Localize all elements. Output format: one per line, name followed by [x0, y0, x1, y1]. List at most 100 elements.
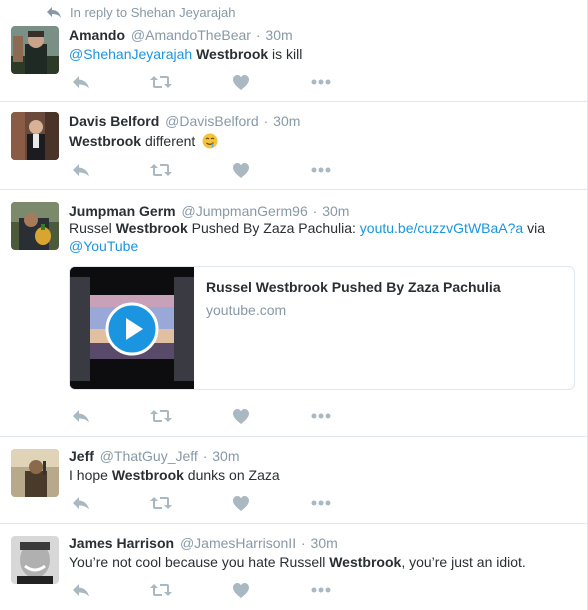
retweet-icon [150, 164, 172, 176]
card-title[interactable]: Russel Westbrook Pushed By Zaza Pachulia [206, 279, 501, 295]
play-button-icon[interactable] [105, 302, 159, 356]
reply-button[interactable] [69, 493, 93, 513]
tweet-james-harrison[interactable]: James Harrison @JamesHarrisonII · 30m Yo… [0, 524, 588, 610]
reply-icon [73, 584, 89, 597]
avatar[interactable] [11, 112, 59, 160]
more-button[interactable] [309, 580, 333, 600]
tweet-text-pre: You’re not cool because you hate Russell [69, 554, 330, 570]
display-name[interactable]: James Harrison [69, 535, 174, 551]
card-domain: youtube.com [206, 302, 287, 318]
mention-link[interactable]: @ShehanJeyarajah [69, 46, 192, 62]
tweet-davis-belford[interactable]: Davis Belford @DavisBelford · 30m Westbr… [0, 102, 588, 190]
link-card[interactable]: Russel Westbrook Pushed By Zaza Pachulia… [69, 266, 575, 390]
more-button[interactable] [309, 72, 333, 92]
more-button[interactable] [309, 160, 333, 180]
reply-button[interactable] [69, 72, 93, 92]
display-name[interactable]: Jumpman Germ [69, 203, 176, 219]
tweet-amando[interactable]: Amando @AmandoTheBear · 30m @ShehanJeyar… [0, 20, 588, 102]
reply-context-text: In reply to Shehan Jeyarajah [70, 4, 236, 20]
retweet-icon [150, 497, 172, 509]
reply-icon [73, 76, 89, 89]
retweet-button[interactable] [149, 580, 173, 600]
tweet-jeff[interactable]: Jeff @ThatGuy_Jeff · 30m I hope Westbroo… [0, 437, 588, 524]
more-button[interactable] [309, 493, 333, 513]
reply-arrow-icon [47, 7, 61, 18]
retweet-button[interactable] [149, 493, 173, 513]
avatar[interactable] [11, 449, 59, 497]
username[interactable]: @JumpmanGerm96 [181, 203, 307, 219]
tweet-text-via: via [523, 220, 545, 236]
username[interactable]: @AmandoTheBear [131, 27, 251, 43]
timestamp[interactable]: 30m [273, 113, 300, 129]
tweet-text-mid: Pushed By Zaza Pachulia: [187, 220, 360, 236]
tweet-text-rest: is kill [268, 46, 303, 62]
heart-icon [233, 408, 249, 424]
timestamp[interactable]: 30m [322, 203, 349, 219]
retweet-icon [150, 76, 172, 88]
retweet-button[interactable] [149, 160, 173, 180]
tweet-text: @ShehanJeyarajah Westbrook is kill [69, 45, 574, 63]
retweet-button[interactable] [149, 72, 173, 92]
mention-link[interactable]: @YouTube [69, 238, 138, 254]
tweet-text-pre: I hope [69, 467, 112, 483]
tweet-header: Jeff @ThatGuy_Jeff · 30m [69, 447, 239, 465]
highlight-keyword: Westbrook [115, 220, 188, 236]
highlight-keyword: Westbrook [69, 133, 142, 149]
heart-icon [233, 582, 249, 598]
avatar[interactable] [11, 202, 59, 250]
timestamp[interactable]: 30m [265, 27, 292, 43]
avatar[interactable] [11, 536, 59, 584]
retweet-icon [150, 584, 172, 596]
more-dots-icon [311, 413, 331, 419]
reply-icon [73, 164, 89, 177]
more-dots-icon [311, 500, 331, 506]
tweet-header: Jumpman Germ @JumpmanGerm96 · 30m [69, 202, 349, 220]
more-button[interactable] [309, 406, 333, 426]
tweet-header: James Harrison @JamesHarrisonII · 30m [69, 534, 338, 552]
heart-icon [233, 74, 249, 90]
reply-context[interactable]: In reply to Shehan Jeyarajah [46, 4, 236, 20]
highlight-keyword: Westbrook [329, 554, 402, 570]
heart-icon [233, 162, 249, 178]
separator: · [300, 535, 306, 551]
like-button[interactable] [229, 160, 253, 180]
separator: · [263, 113, 269, 129]
reply-icon [73, 497, 89, 510]
highlight-keyword: Westbrook [111, 467, 184, 483]
display-name[interactable]: Davis Belford [69, 113, 159, 129]
like-button[interactable] [229, 406, 253, 426]
like-button[interactable] [229, 493, 253, 513]
more-dots-icon [311, 79, 331, 85]
like-button[interactable] [229, 580, 253, 600]
tweet-jumpman-germ[interactable]: Jumpman Germ @JumpmanGerm96 · 30m Russel… [0, 190, 588, 437]
tweet-text-pre: Russel [69, 220, 116, 236]
avatar[interactable] [11, 26, 59, 74]
tweet-text-rest: , you’re just an idiot. [401, 554, 526, 570]
retweet-icon [150, 410, 172, 422]
url-link[interactable]: youtu.be/cuzzvGtWBaA?a [360, 220, 523, 236]
timestamp[interactable]: 30m [311, 535, 338, 551]
retweet-button[interactable] [149, 406, 173, 426]
separator: · [255, 27, 261, 43]
reply-button[interactable] [69, 160, 93, 180]
reply-button[interactable] [69, 406, 93, 426]
tweet-text-rest: different [141, 133, 196, 149]
tweet-text-rest: dunks on Zaza [183, 467, 280, 483]
display-name[interactable]: Amando [69, 27, 125, 43]
like-button[interactable] [229, 72, 253, 92]
tweet-text: Westbrook different [69, 132, 574, 150]
tweet-text: I hope Westbrook dunks on Zaza [69, 466, 574, 484]
reply-button[interactable] [69, 580, 93, 600]
drooling-face-emoji [202, 133, 218, 149]
timestamp[interactable]: 30m [212, 448, 239, 464]
username[interactable]: @JamesHarrisonII [180, 535, 296, 551]
username[interactable]: @DavisBelford [165, 113, 259, 129]
card-thumbnail[interactable] [70, 267, 194, 389]
username[interactable]: @ThatGuy_Jeff [100, 448, 198, 464]
highlight-keyword: Westbrook [196, 46, 269, 62]
separator: · [312, 203, 318, 219]
tweet-header: Davis Belford @DavisBelford · 30m [69, 112, 300, 130]
more-dots-icon [311, 587, 331, 593]
display-name[interactable]: Jeff [69, 448, 94, 464]
separator: · [202, 448, 208, 464]
